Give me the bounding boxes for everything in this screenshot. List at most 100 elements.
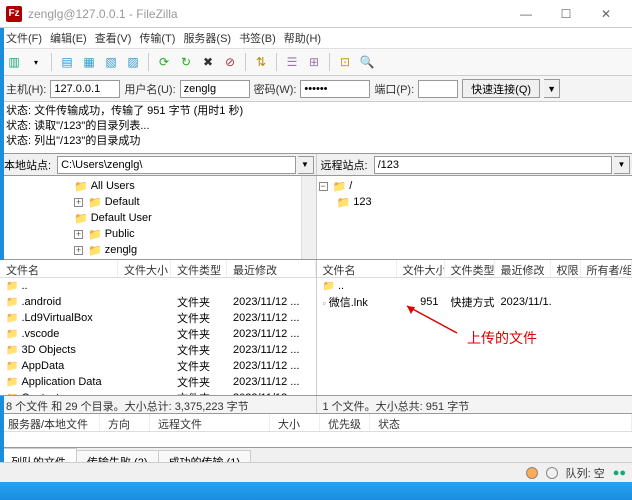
quickconnect-button[interactable]: 快速连接(Q) [462,79,540,98]
list-item[interactable]: 📁AppData文件夹2023/11/12 ... [0,358,316,374]
folder-icon: 📁 [6,361,18,372]
reconnect-icon[interactable]: ⇅ [251,52,271,72]
tree-node[interactable]: +📁Windows [2,258,314,259]
log-line: 状态: 文件传输成功，传输了 951 字节 (用时1 秒) [6,104,626,119]
expand-icon[interactable]: + [74,230,83,239]
quickconnect-bar: 主机(H): 用户名(U): 密码(W): 端口(P): 快速连接(Q)▼ [0,76,632,102]
qcol-status[interactable]: 状态 [370,414,632,431]
folder-icon: 📁 [6,345,18,356]
folder-icon: 📁 [6,297,18,308]
minimize-button[interactable]: — [506,7,546,21]
qcol-dir[interactable]: 方向 [100,414,150,431]
quickconnect-dropdown[interactable]: ▼ [544,79,560,98]
col-name[interactable]: 文件名 [317,260,397,277]
process-queue-icon[interactable]: ↻ [176,52,196,72]
col-mtime[interactable]: 最近修改 [227,260,316,277]
close-button[interactable]: ✕ [586,7,626,21]
cancel-icon[interactable]: ✖ [198,52,218,72]
find-icon[interactable]: 🔍 [357,52,377,72]
site-manager-icon[interactable]: ▥ [4,52,24,72]
maximize-button[interactable]: ☐ [546,7,586,21]
local-site-input[interactable] [57,156,295,174]
remote-site-input[interactable] [374,156,612,174]
col-type[interactable]: 文件类型 [445,260,495,277]
user-input[interactable] [180,80,250,98]
list-item[interactable]: 📁.android文件夹2023/11/12 ... [0,294,316,310]
col-perm[interactable]: 权限 [551,260,581,277]
remote-tree[interactable]: −📁/ 📁123 [317,176,632,259]
qcol-size[interactable]: 大小 [270,414,320,431]
port-input[interactable] [418,80,458,98]
list-item[interactable]: 📁Application Data文件夹2023/11/12 ... [0,374,316,390]
collapse-icon[interactable]: − [319,182,328,191]
file-list-panes: 文件名 文件大小 文件类型 最近修改 📁.. 📁.android文件夹2023/… [0,260,632,396]
list-item[interactable]: 📁.. [317,278,632,294]
menu-transfer[interactable]: 传输(T) [139,30,175,46]
pass-input[interactable] [300,80,370,98]
queue-status: 队列: 空 [566,465,605,481]
menu-server[interactable]: 服务器(S) [183,30,231,46]
disconnect-icon[interactable]: ⊘ [220,52,240,72]
encryption-icon[interactable] [526,467,538,479]
folder-icon: 📁 [74,180,88,193]
list-item[interactable]: 📁.Ld9VirtualBox文件夹2023/11/12 ... [0,310,316,326]
log-line: 状态: 读取"/123"的目录列表... [6,119,626,134]
folder-icon: 📁 [323,281,335,292]
col-owner[interactable]: 所有者/组 [581,260,632,277]
sync-browse-icon[interactable]: ⊡ [335,52,355,72]
folder-icon: 📁 [74,212,88,225]
col-size[interactable]: 文件大小 [118,260,171,277]
list-item[interactable]: 📁Contacts文件夹2023/11/12 ... [0,390,316,395]
folder-icon: 📁 [337,196,351,209]
windows-taskbar[interactable] [0,482,632,500]
qcol-server[interactable]: 服务器/本地文件 [0,414,100,431]
list-item[interactable]: 📁.. [0,278,316,294]
local-status: 8 个文件 和 29 个目录。大小总计: 3,375,223 字节 [0,396,317,413]
toggle-log-icon[interactable]: ▤ [57,52,77,72]
tree-node[interactable]: +📁zenglg [2,242,314,258]
dropdown-icon[interactable]: ▾ [26,52,46,72]
toggle-local-tree-icon[interactable]: ▦ [79,52,99,72]
compare-icon[interactable]: ⊞ [304,52,324,72]
titlebar: Fz zenglg@127.0.0.1 - FileZilla — ☐ ✕ [0,0,632,28]
host-input[interactable] [50,80,120,98]
col-mtime[interactable]: 最近修改 [495,260,551,277]
filter-icon[interactable]: ☰ [282,52,302,72]
folder-icon: 📁 [88,244,102,257]
expand-icon[interactable]: + [74,198,83,207]
local-tree[interactable]: 📁All Users +📁Default 📁Default User +📁Pub… [0,176,317,259]
qcol-remote[interactable]: 远程文件 [150,414,270,431]
log-line: 状态: 列出"/123"的目录成功 [6,134,626,149]
qcol-prio[interactable]: 优先级 [320,414,370,431]
tree-node[interactable]: +📁Default [2,194,314,210]
tree-node[interactable]: −📁/ [319,178,631,194]
scrollbar[interactable] [301,176,316,259]
menubar: 文件(F) 编辑(E) 查看(V) 传输(T) 服务器(S) 书签(B) 帮助(… [0,28,632,48]
tree-node[interactable]: 📁Default User [2,210,314,226]
menu-bookmarks[interactable]: 书签(B) [239,30,276,46]
col-size[interactable]: 文件大小 [397,260,445,277]
menu-edit[interactable]: 编辑(E) [50,30,87,46]
file-icon: ▫ [323,298,326,308]
queue-body[interactable] [0,432,632,448]
menu-help[interactable]: 帮助(H) [284,30,321,46]
list-item[interactable]: 📁.vscode文件夹2023/11/12 ... [0,326,316,342]
tree-node[interactable]: 📁123 [319,194,631,210]
col-name[interactable]: 文件名 [0,260,118,277]
tree-node[interactable]: +📁Public [2,226,314,242]
refresh-icon[interactable]: ⟳ [154,52,174,72]
message-log[interactable]: 状态: 文件传输成功，传输了 951 字节 (用时1 秒) 状态: 读取"/12… [0,102,632,154]
list-item[interactable]: ▫微信.lnk951快捷方式2023/11/1... [317,294,632,310]
list-item[interactable]: 📁3D Objects文件夹2023/11/12 ... [0,342,316,358]
menu-file[interactable]: 文件(F) [6,30,42,46]
col-type[interactable]: 文件类型 [171,260,227,277]
local-site-dropdown[interactable]: ▼ [298,156,314,174]
remote-site-dropdown[interactable]: ▼ [614,156,630,174]
expand-icon[interactable]: + [74,246,83,255]
toggle-remote-tree-icon[interactable]: ▧ [101,52,121,72]
local-file-list[interactable]: 文件名 文件大小 文件类型 最近修改 📁.. 📁.android文件夹2023/… [0,260,317,395]
remote-file-list[interactable]: 文件名 文件大小 文件类型 最近修改 权限 所有者/组 📁.. ▫微信.lnk9… [317,260,632,395]
menu-view[interactable]: 查看(V) [95,30,132,46]
toggle-queue-icon[interactable]: ▨ [123,52,143,72]
tree-node[interactable]: 📁All Users [2,178,314,194]
